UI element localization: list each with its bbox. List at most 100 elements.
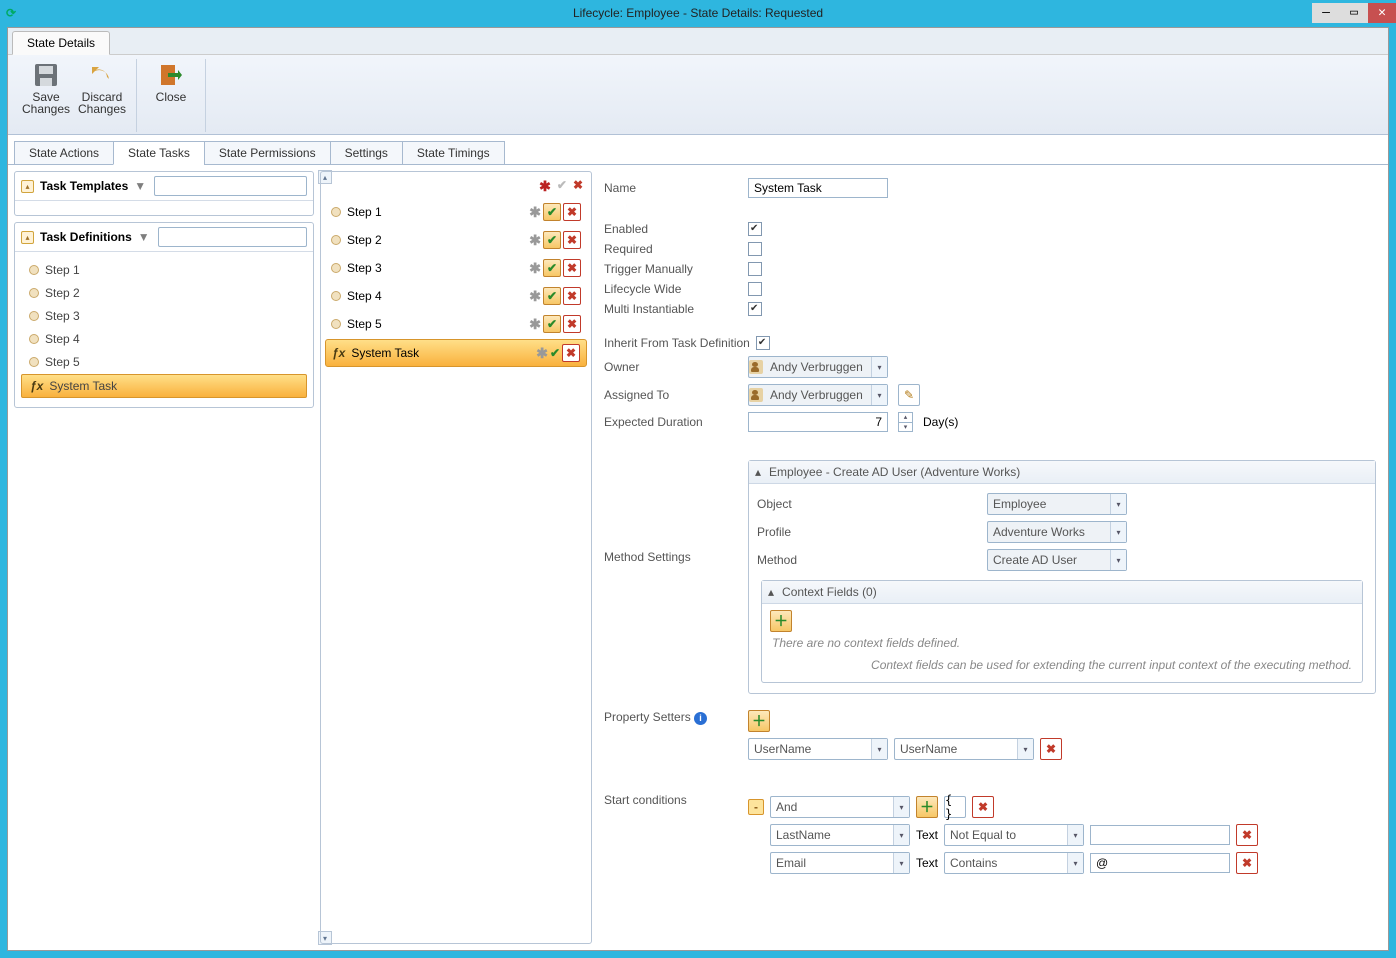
tab-state-tasks[interactable]: State Tasks <box>113 141 205 165</box>
window-minimize-button[interactable]: — <box>1312 3 1340 23</box>
duration-spinner[interactable]: ▴▾ <box>898 412 913 432</box>
method-label: Method <box>757 553 977 567</box>
condition-type-label: Text <box>916 856 938 870</box>
task-templates-label: Task Templates <box>40 179 128 193</box>
confirm-button[interactable]: ✔ <box>543 203 561 221</box>
trigger-manually-checkbox[interactable] <box>748 262 762 276</box>
expected-duration-input[interactable] <box>748 412 888 432</box>
tab-state-actions[interactable]: State Actions <box>14 141 114 165</box>
window-close-button[interactable]: ✕ <box>1368 3 1396 23</box>
list-item-selected[interactable]: ƒxSystem Task ✱✔✖ <box>325 339 587 367</box>
context-fields-header: Context Fields (0) <box>782 585 877 599</box>
list-item[interactable]: Step 4 ✱✔✖ <box>325 283 587 309</box>
window-maximize-button[interactable]: ▭ <box>1340 3 1368 23</box>
confirm-button[interactable]: ✔ <box>543 231 561 249</box>
condition-operator-dropdown[interactable]: Contains▾ <box>944 852 1084 874</box>
remove-condition-button[interactable]: ✖ <box>1236 852 1258 874</box>
duration-unit: Day(s) <box>923 415 958 429</box>
expression-button[interactable]: { } <box>944 796 966 818</box>
collapse-condition-button[interactable]: - <box>748 799 764 815</box>
confirm-icon[interactable]: ✔ <box>550 346 560 360</box>
required-icon: ✱ <box>529 232 541 249</box>
list-item[interactable]: Step 5 ✱✔✖ <box>325 311 587 337</box>
required-icon: ✱ <box>536 345 548 362</box>
collapse-icon[interactable]: ▴ <box>21 231 34 244</box>
name-label: Name <box>604 181 738 195</box>
confirm-icon[interactable]: ✔ <box>557 178 567 195</box>
collapse-icon[interactable]: ▴ <box>768 585 774 599</box>
collapse-icon[interactable]: ▴ <box>755 465 761 479</box>
info-icon[interactable]: i <box>694 712 707 725</box>
required-icon: ✱ <box>529 288 541 305</box>
property-right-dropdown[interactable]: UserName▾ <box>894 738 1034 760</box>
context-hint-2: Context fields can be used for extending… <box>770 654 1354 676</box>
remove-icon[interactable]: ✖ <box>573 178 583 195</box>
tree-item-selected[interactable]: ƒxSystem Task <box>21 374 307 398</box>
tree-item[interactable]: Step 5 <box>21 351 307 373</box>
confirm-button[interactable]: ✔ <box>543 315 561 333</box>
tab-state-permissions[interactable]: State Permissions <box>204 141 331 165</box>
inherit-checkbox[interactable] <box>756 336 770 350</box>
condition-field-dropdown[interactable]: LastName▾ <box>770 824 910 846</box>
delete-button[interactable]: ✖ <box>562 344 580 362</box>
delete-button[interactable]: ✖ <box>563 231 581 249</box>
ribbon-tab-state-details[interactable]: State Details <box>12 31 110 55</box>
tab-settings[interactable]: Settings <box>330 141 403 165</box>
inherit-label: Inherit From Task Definition <box>604 336 750 350</box>
delete-button[interactable]: ✖ <box>563 315 581 333</box>
lifecycle-wide-checkbox[interactable] <box>748 282 762 296</box>
method-dropdown[interactable]: Create AD User▾ <box>987 549 1127 571</box>
multi-instantiable-checkbox[interactable] <box>748 302 762 316</box>
tree-item[interactable]: Step 4 <box>21 328 307 350</box>
add-property-setter-button[interactable]: ＋ <box>748 710 770 732</box>
collapse-icon[interactable]: ▴ <box>21 180 34 193</box>
filter-icon[interactable]: ▼ <box>138 230 152 244</box>
close-button[interactable]: Close <box>147 59 195 103</box>
context-hint-1: There are no context fields defined. <box>770 632 1354 654</box>
name-input[interactable] <box>748 178 888 198</box>
filter-icon[interactable]: ▼ <box>134 179 148 193</box>
tree-item[interactable]: Step 2 <box>21 282 307 304</box>
tab-state-timings[interactable]: State Timings <box>402 141 505 165</box>
condition-operator-dropdown[interactable]: Not Equal to▾ <box>944 824 1084 846</box>
remove-condition-button[interactable]: ✖ <box>1236 824 1258 846</box>
tree-item[interactable]: Step 1 <box>21 259 307 281</box>
required-checkbox[interactable] <box>748 242 762 256</box>
delete-button[interactable]: ✖ <box>563 259 581 277</box>
confirm-button[interactable]: ✔ <box>543 259 561 277</box>
new-required-icon[interactable]: ✱ <box>539 178 551 195</box>
task-templates-panel: ▴ Task Templates ▼ <box>14 171 314 216</box>
save-changes-button[interactable]: Save Changes <box>22 59 70 115</box>
object-dropdown[interactable]: Employee▾ <box>987 493 1127 515</box>
list-item[interactable]: Step 1 ✱✔✖ <box>325 199 587 225</box>
condition-value-input[interactable] <box>1090 825 1230 845</box>
task-definitions-search[interactable] <box>158 227 307 247</box>
delete-button[interactable]: ✖ <box>563 287 581 305</box>
confirm-button[interactable]: ✔ <box>543 287 561 305</box>
remove-property-setter-button[interactable]: ✖ <box>1040 738 1062 760</box>
list-item[interactable]: Step 3 ✱✔✖ <box>325 255 587 281</box>
edit-assigned-button[interactable]: ✎ <box>898 384 920 406</box>
start-operator-dropdown[interactable]: And▾ <box>770 796 910 818</box>
discard-changes-button[interactable]: Discard Changes <box>78 59 126 115</box>
condition-value-input[interactable] <box>1090 853 1230 873</box>
start-conditions-label: Start conditions <box>604 793 738 807</box>
expected-duration-label: Expected Duration <box>604 415 738 429</box>
assigned-to-dropdown[interactable]: Andy Verbruggen▾ <box>748 384 888 406</box>
close-door-icon <box>157 61 185 89</box>
task-templates-search[interactable] <box>154 176 307 196</box>
enabled-checkbox[interactable] <box>748 222 762 236</box>
profile-dropdown[interactable]: Adventure Works▾ <box>987 521 1127 543</box>
add-condition-button[interactable]: ＋ <box>916 796 938 818</box>
tree-item[interactable]: Step 3 <box>21 305 307 327</box>
undo-icon <box>88 61 116 89</box>
person-icon <box>749 360 763 374</box>
condition-field-dropdown[interactable]: Email▾ <box>770 852 910 874</box>
property-left-dropdown[interactable]: UserName▾ <box>748 738 888 760</box>
remove-condition-group-button[interactable]: ✖ <box>972 796 994 818</box>
owner-dropdown[interactable]: Andy Verbruggen▾ <box>748 356 888 378</box>
delete-button[interactable]: ✖ <box>563 203 581 221</box>
method-group-title: Employee - Create AD User (Adventure Wor… <box>769 465 1020 479</box>
add-context-field-button[interactable]: ＋ <box>770 610 792 632</box>
list-item[interactable]: Step 2 ✱✔✖ <box>325 227 587 253</box>
